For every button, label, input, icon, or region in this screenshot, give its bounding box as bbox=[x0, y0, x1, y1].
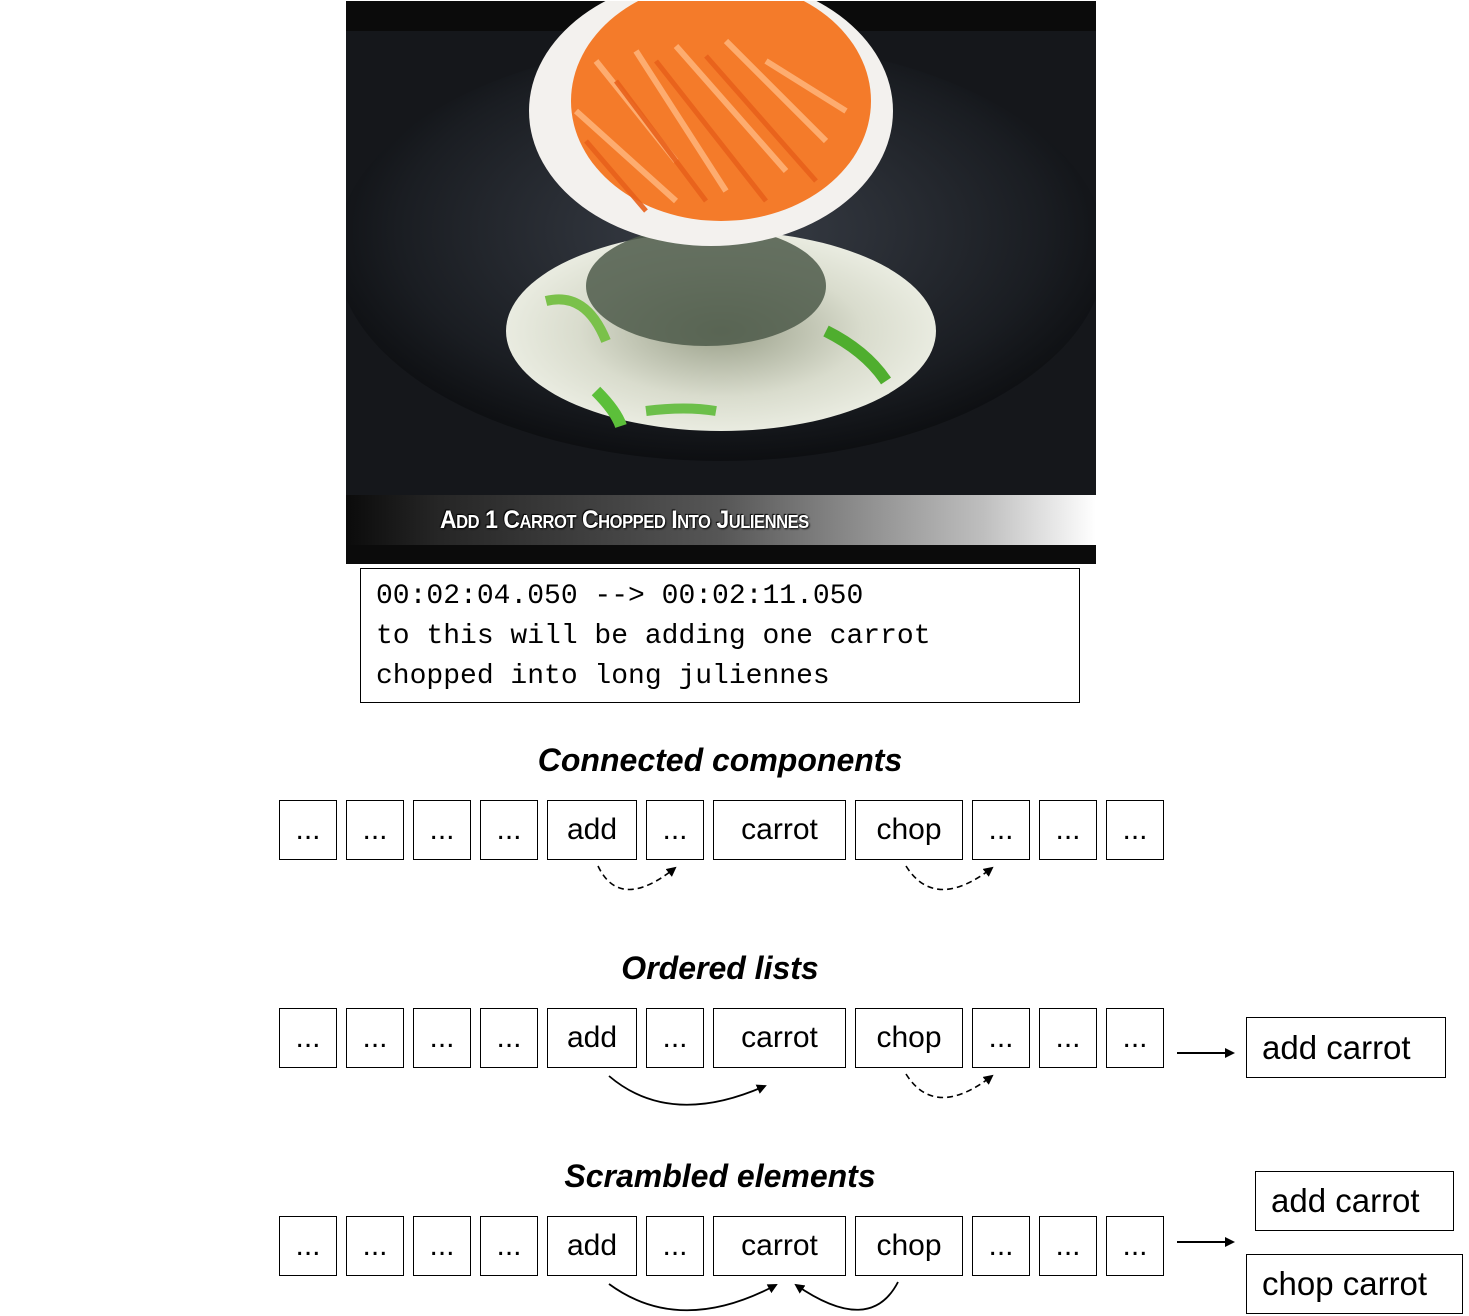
dashed-link-arrow bbox=[905, 1073, 994, 1099]
token-box: ... bbox=[1039, 1216, 1097, 1276]
row-title-connected-components: Connected components bbox=[537, 742, 903, 778]
token-box: ... bbox=[413, 1216, 471, 1276]
token-box: ... bbox=[972, 1008, 1030, 1068]
solid-link-arrow bbox=[608, 1075, 767, 1106]
token-box-chop: chop bbox=[855, 1008, 963, 1068]
token-box: ... bbox=[279, 800, 337, 860]
output-box-add-carrot: add carrot bbox=[1246, 1017, 1446, 1078]
token-box: ... bbox=[1106, 1008, 1164, 1068]
dashed-link-arrow bbox=[905, 865, 994, 891]
dashed-link-arrow bbox=[597, 865, 677, 891]
token-box: ... bbox=[279, 1216, 337, 1276]
row-title-scrambled-elements: Scrambled elements bbox=[564, 1158, 876, 1194]
token-box: ... bbox=[279, 1008, 337, 1068]
subtitle-line: to this will be adding one carrot bbox=[376, 621, 931, 652]
token-box: ... bbox=[413, 800, 471, 860]
output-box-chop-carrot: chop carrot bbox=[1246, 1254, 1463, 1314]
video-caption: Add 1 Carrot Chopped Into Juliennes bbox=[440, 506, 809, 534]
subtitle-box: 00:02:04.050 --> 00:02:11.050 to this wi… bbox=[360, 568, 1080, 703]
token-box: ... bbox=[346, 1216, 404, 1276]
token-box-carrot: carrot bbox=[713, 1008, 846, 1068]
subtitle-timestamp: 00:02:04.050 --> 00:02:11.050 bbox=[376, 581, 864, 612]
output-box-add-carrot: add carrot bbox=[1255, 1171, 1454, 1231]
row-title-ordered-lists: Ordered lists bbox=[621, 950, 819, 986]
token-box: ... bbox=[1039, 1008, 1097, 1068]
token-box-add: add bbox=[547, 1216, 637, 1276]
token-box-chop: chop bbox=[855, 1216, 963, 1276]
token-box: ... bbox=[646, 800, 704, 860]
token-box-chop: chop bbox=[855, 800, 963, 860]
token-box-carrot: carrot bbox=[713, 1216, 846, 1276]
token-box: ... bbox=[480, 800, 538, 860]
token-box-add: add bbox=[547, 800, 637, 860]
token-box: ... bbox=[480, 1216, 538, 1276]
token-box: ... bbox=[413, 1008, 471, 1068]
token-box: ... bbox=[972, 800, 1030, 860]
token-box: ... bbox=[1106, 800, 1164, 860]
token-box: ... bbox=[646, 1216, 704, 1276]
token-box: ... bbox=[1039, 800, 1097, 860]
token-box: ... bbox=[346, 1008, 404, 1068]
token-box-add: add bbox=[547, 1008, 637, 1068]
token-box: ... bbox=[972, 1216, 1030, 1276]
token-box: ... bbox=[646, 1008, 704, 1068]
token-box: ... bbox=[480, 1008, 538, 1068]
token-box: ... bbox=[1106, 1216, 1164, 1276]
solid-link-arrow bbox=[794, 1281, 899, 1311]
token-box: ... bbox=[346, 800, 404, 860]
solid-link-arrow bbox=[608, 1283, 778, 1312]
video-frame: Add 1 Carrot Chopped Into Juliennes bbox=[346, 1, 1096, 564]
subtitle-line: chopped into long juliennes bbox=[376, 661, 830, 692]
token-box-carrot: carrot bbox=[713, 800, 846, 860]
video-frame-image bbox=[346, 1, 1096, 564]
